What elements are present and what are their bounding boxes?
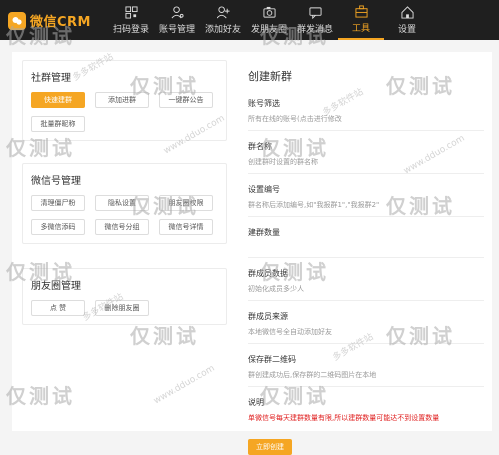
nav-label: 工具 (351, 23, 370, 34)
field-label: 建群数量 (248, 228, 280, 237)
home-icon (400, 5, 414, 19)
numbering-input[interactable]: 群名称后添加编号,如"我报群1","我报群2" (248, 200, 484, 217)
member-source-input[interactable]: 本地微信号全自动添加好友 (248, 327, 484, 344)
field-label: 账号筛选 (248, 99, 280, 108)
clean-zombie-fans-button[interactable]: 清理僵尸粉 (31, 195, 85, 211)
group-moments-management: 朋友圈管理 点 赞 删除朋友圈 (22, 268, 227, 325)
account-filter-input[interactable]: 所有在线的账号(点击进行修改 (248, 114, 484, 131)
add-to-group-button[interactable]: 添加进群 (95, 92, 149, 108)
privacy-settings-button[interactable]: 隐私设置 (95, 195, 149, 211)
like-button[interactable]: 点 赞 (31, 300, 85, 316)
multi-wechat-code-button[interactable]: 多微信添码 (31, 219, 85, 235)
field-save-qrcode: 保存群二维码 群创建成功后,保存群的二维码图片在本地 (248, 354, 484, 387)
delete-moments-button[interactable]: 删除朋友圈 (95, 300, 149, 316)
wechat-details-button[interactable]: 微信号详情 (159, 219, 213, 235)
field-note: 说明 单微信号每天建群数量有限,所以建群数量可能达不到设置数量 (248, 397, 484, 429)
field-label: 群成员来源 (248, 312, 288, 321)
tools-sidebar: 社群管理 快速建群 添加进群 一键群公告 批量群昵称 微信号管理 清理僵尸粉 隐… (22, 60, 227, 337)
batch-group-nickname-button[interactable]: 批量群昵称 (31, 116, 85, 132)
nav-item-mass-message[interactable]: 群发消息 (292, 0, 338, 40)
note-text: 单微信号每天建群数量有限,所以建群数量可能达不到设置数量 (248, 414, 440, 422)
nav-label: 扫码登录 (112, 24, 149, 35)
group-name-input[interactable]: 创建群时设置的群名称 (248, 157, 484, 174)
quick-create-group-button[interactable]: 快速建群 (31, 92, 85, 108)
field-account-filter: 账号筛选 所有在线的账号(点击进行修改 (248, 98, 484, 131)
field-label: 保存群二维码 (248, 355, 296, 364)
field-group-count: 建群数量 (248, 227, 484, 258)
field-member-count: 群成员数据 初始化成员多少人 (248, 268, 484, 301)
group-community-management: 社群管理 快速建群 添加进群 一键群公告 批量群昵称 (22, 60, 227, 141)
field-numbering: 设置编号 群名称后添加编号,如"我报群1","我报群2" (248, 184, 484, 217)
nav-label: 设置 (397, 24, 416, 35)
field-label: 设置编号 (248, 185, 280, 194)
save-qrcode-option[interactable]: 群创建成功后,保存群的二维码图片在本地 (248, 370, 484, 387)
nav-item-account-management[interactable]: 账号管理 (154, 0, 200, 40)
moments-permission-button[interactable]: 朋友圈权限 (159, 195, 213, 211)
qrcode-icon (124, 5, 138, 19)
field-label: 说明 (248, 398, 264, 407)
create-group-form: 创建新群 账号筛选 所有在线的账号(点击进行修改 群名称 创建群时设置的群名称 … (248, 68, 484, 455)
group-title: 朋友圈管理 (31, 281, 81, 292)
form-title: 创建新群 (248, 70, 292, 83)
nav-item-scan-login[interactable]: 扫码登录 (108, 0, 154, 40)
main-nav: 扫码登录 账号管理 添加好友 发朋友圈 群发消息 工具 设置 (108, 0, 430, 40)
group-announcement-button[interactable]: 一键群公告 (159, 92, 213, 108)
message-icon (308, 6, 322, 19)
create-now-button[interactable]: 立即创建 (248, 439, 292, 455)
nav-label: 发朋友圈 (250, 24, 287, 35)
app-logo: 微信CRM (8, 11, 91, 30)
group-title: 社群管理 (31, 73, 71, 84)
field-group-name: 群名称 创建群时设置的群名称 (248, 141, 484, 174)
nav-item-add-friends[interactable]: 添加好友 (200, 0, 246, 40)
add-friend-icon (216, 5, 230, 18)
nav-item-settings[interactable]: 设置 (384, 0, 430, 40)
nav-item-tools[interactable]: 工具 (338, 0, 384, 40)
camera-icon (262, 6, 276, 18)
top-navigation-bar: 微信CRM 扫码登录 账号管理 添加好友 发朋友圈 群发消息 工具 设置 (0, 0, 499, 40)
nav-item-moments[interactable]: 发朋友圈 (246, 0, 292, 40)
logo-icon (8, 11, 26, 30)
toolbox-icon (354, 4, 368, 18)
field-label: 群名称 (248, 142, 272, 151)
group-title: 微信号管理 (31, 176, 81, 187)
user-settings-icon (171, 5, 184, 18)
nav-label: 群发消息 (296, 24, 333, 35)
member-count-input[interactable]: 初始化成员多少人 (248, 284, 484, 301)
content-area: 社群管理 快速建群 添加进群 一键群公告 批量群昵称 微信号管理 清理僵尸粉 隐… (12, 52, 492, 455)
logo-text: 微信CRM (30, 15, 91, 30)
nav-label: 添加好友 (204, 24, 241, 35)
wechat-group-button[interactable]: 微信号分组 (95, 219, 149, 235)
group-count-input[interactable] (248, 243, 484, 258)
field-member-source: 群成员来源 本地微信号全自动添加好友 (248, 311, 484, 344)
field-label: 群成员数据 (248, 269, 288, 278)
group-wechat-account-management: 微信号管理 清理僵尸粉 隐私设置 朋友圈权限 多微信添码 微信号分组 微信号详情 (22, 163, 227, 244)
nav-label: 账号管理 (158, 24, 195, 35)
